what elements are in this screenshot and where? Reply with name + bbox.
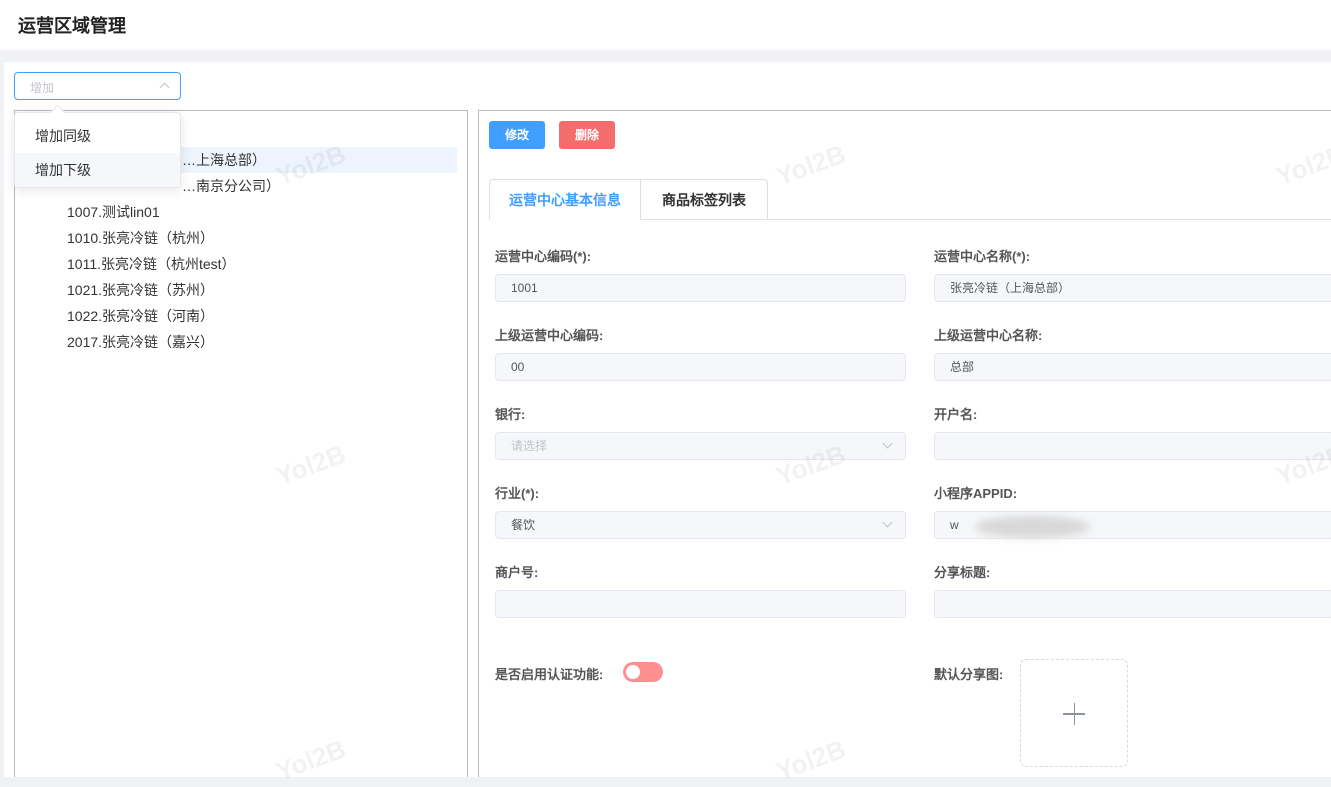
share-image-upload[interactable] xyxy=(1020,659,1128,767)
tab-bar: 运营中心基本信息 商品标签列表 xyxy=(489,179,1331,220)
tab-product-tags[interactable]: 商品标签列表 xyxy=(640,179,768,220)
name-label: 运营中心名称(*): xyxy=(934,249,1031,264)
account-name-label: 开户名: xyxy=(934,407,978,422)
appid-label: 小程序APPID: xyxy=(934,486,1018,501)
delete-button[interactable]: 删除 xyxy=(559,121,615,149)
industry-value: 餐饮 xyxy=(511,518,536,532)
auth-label: 是否启用认证功能: xyxy=(495,667,604,682)
share-image-label: 默认分享图: xyxy=(934,667,1004,682)
bank-label: 银行: xyxy=(495,407,526,422)
appid-value: w xyxy=(950,518,959,532)
add-select[interactable]: 增加 xyxy=(14,72,181,100)
account-name-input[interactable] xyxy=(934,432,1331,460)
tree-node[interactable]: 1010.张亮冷链（杭州） xyxy=(67,225,214,251)
tree-node[interactable]: 1011.张亮冷链（杭州test） xyxy=(67,251,236,277)
industry-label: 行业(*): xyxy=(495,486,540,501)
chevron-down-icon xyxy=(882,517,893,528)
tree-node[interactable]: 1021.张亮冷链（苏州） xyxy=(67,277,214,303)
add-select-placeholder: 增加 xyxy=(30,81,55,95)
parent-name-input[interactable]: 总部 xyxy=(934,353,1331,381)
parent-code-label: 上级运营中心编码: xyxy=(495,328,604,343)
add-dropdown-menu: 增加同级 增加下级 xyxy=(14,112,181,188)
auth-toggle[interactable] xyxy=(623,662,663,682)
merchant-input[interactable] xyxy=(495,590,906,618)
tree-node[interactable]: …南京分公司） xyxy=(182,173,280,199)
parent-name-label: 上级运营中心名称: xyxy=(934,328,1043,343)
industry-select[interactable]: 餐饮 xyxy=(495,511,906,539)
page-header: 运营区域管理 xyxy=(0,0,1331,50)
code-input[interactable]: 1001 xyxy=(495,274,906,302)
tree-node[interactable]: 2017.张亮冷链（嘉兴） xyxy=(67,329,214,355)
appid-input[interactable]: w xyxy=(934,511,1331,539)
menu-item-add-child[interactable]: 增加下级 xyxy=(15,153,180,187)
parent-code-input[interactable]: 00 xyxy=(495,353,906,381)
merchant-label: 商户号: xyxy=(495,565,539,580)
page-title: 运营区域管理 xyxy=(18,16,126,36)
bank-select[interactable]: 请选择 xyxy=(495,432,906,460)
tree-node[interactable]: 1007.测试lin01 xyxy=(67,199,160,225)
chevron-down-icon xyxy=(882,438,893,449)
share-title-input[interactable] xyxy=(934,590,1331,618)
menu-item-add-sibling[interactable]: 增加同级 xyxy=(15,119,180,153)
toggle-knob xyxy=(626,665,640,679)
region-tree: …上海总部） …南京分公司） 1007.测试lin01 1010.张亮冷链（杭州… xyxy=(14,110,468,777)
edit-button[interactable]: 修改 xyxy=(489,121,545,149)
chevron-up-icon xyxy=(159,82,170,93)
bank-placeholder: 请选择 xyxy=(511,439,548,453)
code-label: 运营中心编码(*): xyxy=(495,249,592,264)
share-title-label: 分享标题: xyxy=(934,565,991,580)
tree-node[interactable]: 1022.张亮冷链（河南） xyxy=(67,303,214,329)
blur-mask xyxy=(975,516,1090,538)
tab-basic-info[interactable]: 运营中心基本信息 xyxy=(489,179,641,220)
name-input[interactable]: 张亮冷链（上海总部） xyxy=(934,274,1331,302)
